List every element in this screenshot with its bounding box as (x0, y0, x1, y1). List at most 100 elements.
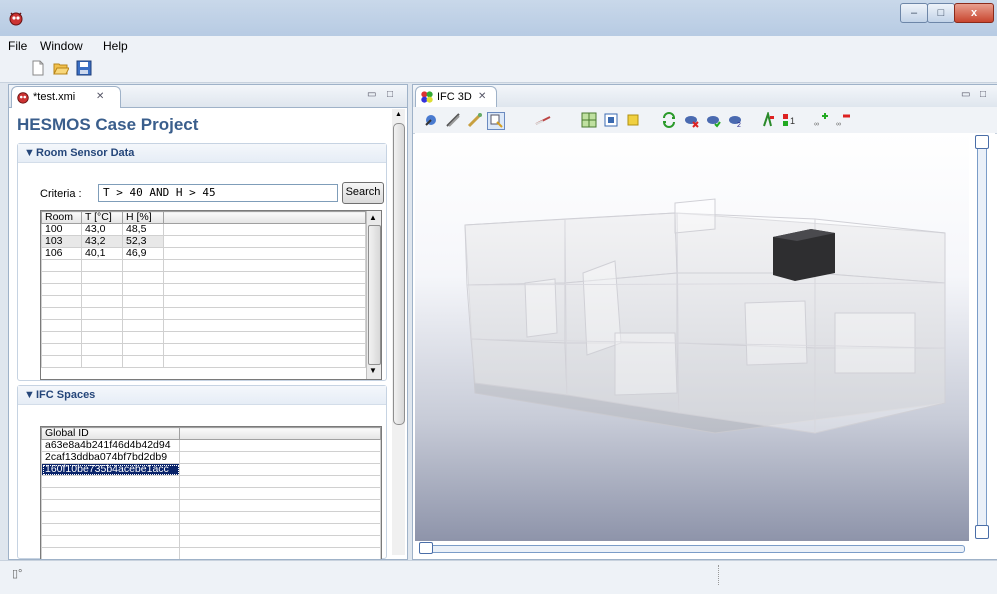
minimize-view-icon[interactable]: ▭ (961, 89, 970, 100)
pan-view-icon[interactable] (445, 112, 461, 128)
vertical-slider-track[interactable] (977, 143, 987, 533)
vertical-slider-thumb-top[interactable] (975, 135, 989, 149)
main-toolbar (0, 56, 997, 83)
scrollbar-thumb[interactable] (393, 123, 405, 425)
horizontal-slider-track[interactable] (423, 545, 965, 553)
remove-sensor-icon[interactable]: ∞ (835, 112, 851, 128)
table-cell: 106 (41, 247, 82, 260)
table-cell (163, 235, 366, 248)
vertical-slider[interactable] (969, 133, 995, 541)
horizontal-slider-thumb[interactable] (419, 542, 433, 554)
criteria-label: Criteria : (40, 188, 82, 200)
add-sensor-icon[interactable]: ∞ (813, 112, 829, 128)
sensor-values-icon[interactable]: 1 (781, 112, 797, 128)
status-divider (718, 565, 719, 585)
table-row[interactable]: 103 43,2 52,3 (41, 235, 366, 248)
refresh-icon[interactable] (661, 112, 677, 128)
table-cell: 43,2 (81, 235, 123, 248)
table-row-empty (41, 355, 366, 368)
maximize-view-icon[interactable]: □ (387, 89, 393, 100)
bounding-box-icon[interactable] (603, 112, 619, 128)
menu-window[interactable]: Window (40, 39, 83, 53)
column-header-filler (163, 211, 366, 224)
status-bar: ▯° (0, 560, 997, 594)
scrollbar-thumb[interactable] (368, 225, 381, 365)
table-cell: 48,5 (122, 223, 164, 236)
svg-text:∞: ∞ (814, 121, 819, 128)
section-header-bar[interactable]: ▼ IFC Spaces (18, 386, 386, 405)
scroll-up-icon[interactable]: ▲ (395, 111, 402, 118)
cube-icon[interactable] (625, 112, 641, 128)
sensor-icon[interactable] (761, 112, 777, 128)
table-scrollbar[interactable]: ▲ ▼ (366, 211, 381, 379)
highlighted-room[interactable] (773, 229, 835, 281)
maximize-button[interactable]: □ (927, 3, 955, 23)
column-header-global-id[interactable]: Global ID (41, 427, 180, 440)
table-row-empty (41, 283, 366, 296)
tab-ifc-3d[interactable]: IFC 3D ✕ (415, 86, 497, 108)
table-row-empty (41, 343, 366, 356)
minimize-view-icon[interactable]: ▭ (367, 89, 376, 100)
collapse-triangle-icon[interactable]: ▼ (24, 389, 35, 401)
ifc-3d-canvas[interactable] (415, 133, 969, 541)
form-title: HESMOS Case Project (17, 115, 199, 134)
table-cell: 40,1 (81, 247, 123, 260)
view-tab-bar: IFC 3D ✕ ▭ □ (413, 85, 997, 108)
ifc-3d-view-panel: IFC 3D ✕ ▭ □ 2 1 ∞ ∞ (412, 84, 997, 560)
table-row[interactable]: 100 43,0 48,5 (41, 223, 366, 236)
open-folder-icon[interactable] (53, 60, 69, 76)
save-icon[interactable] (76, 60, 92, 76)
menu-bar: File Window Help (0, 36, 997, 56)
scroll-up-icon[interactable]: ▲ (369, 213, 377, 222)
table-cell: 43,0 (81, 223, 123, 236)
new-file-icon[interactable] (30, 60, 46, 76)
table-row[interactable]: 2caf13ddba074bf7bd2db9 (41, 451, 381, 464)
tab-test-xmi[interactable]: *test.xmi ✕ (11, 86, 121, 108)
minimize-button[interactable]: – (900, 3, 928, 23)
fast-view-icon[interactable]: ▯° (12, 567, 22, 580)
collapse-triangle-icon[interactable]: ▼ (24, 147, 35, 159)
criteria-input[interactable]: T > 40 AND H > 45 (98, 184, 338, 202)
maximize-view-icon[interactable]: □ (980, 89, 986, 100)
hide-object-icon[interactable] (683, 112, 699, 128)
table-cell: 160f10be735b4acebe1acc (41, 463, 180, 476)
close-tab-icon[interactable]: ✕ (478, 91, 486, 102)
section-header-bar[interactable]: ▼ Room Sensor Data (18, 144, 386, 163)
scroll-down-icon[interactable]: ▼ (369, 366, 377, 375)
table-cell: 103 (41, 235, 82, 248)
menu-file[interactable]: File (8, 39, 27, 53)
column-header-temperature[interactable]: T [°C] (81, 211, 123, 224)
rotate-view-icon[interactable] (423, 112, 439, 128)
vertical-slider-thumb-bottom[interactable] (975, 525, 989, 539)
table-cell: 46,9 (122, 247, 164, 260)
table-row[interactable]: 106 40,1 46,9 (41, 247, 366, 260)
editor-panel: *test.xmi ✕ ▭ □ HESMOS Case Project ▼ Ro… (8, 84, 408, 560)
search-button[interactable]: Search (342, 182, 384, 204)
select-view-icon[interactable] (487, 112, 505, 130)
app-icon (9, 12, 23, 26)
tab-label: *test.xmi (33, 91, 76, 103)
grid-icon[interactable] (581, 112, 597, 128)
table-row[interactable]: a63e8a4b241f46d4b42d94 (41, 439, 381, 452)
column-header-humidity[interactable]: H [%] (122, 211, 164, 224)
close-tab-icon[interactable]: ✕ (96, 91, 104, 102)
building-model[interactable] (415, 133, 969, 541)
isolate-object-icon[interactable]: 2 (727, 112, 743, 128)
close-button[interactable]: x (954, 3, 994, 23)
menu-help[interactable]: Help (103, 39, 128, 53)
table-row-selected[interactable]: 160f10be735b4acebe1acc (41, 463, 381, 476)
view-toolbar: 2 1 ∞ ∞ (413, 107, 997, 134)
table-row-empty (41, 547, 381, 559)
show-object-icon[interactable] (705, 112, 721, 128)
horizontal-slider[interactable] (415, 541, 969, 555)
ifc-spaces-table[interactable]: Global ID a63e8a4b241f46d4b42d94 2caf13d… (40, 426, 382, 559)
tab-label: IFC 3D (437, 91, 472, 103)
room-sensor-table[interactable]: Room T [°C] H [%] 100 43,0 48,5 103 43,2… (40, 210, 382, 380)
table-header-row: Global ID (41, 427, 381, 440)
table-row-empty (41, 259, 366, 272)
zoom-view-icon[interactable] (467, 112, 483, 128)
column-header-room[interactable]: Room (41, 211, 82, 224)
svg-text:2: 2 (737, 122, 741, 128)
form-scrollbar[interactable]: ▲ (392, 109, 405, 555)
measure-icon[interactable] (535, 112, 551, 128)
